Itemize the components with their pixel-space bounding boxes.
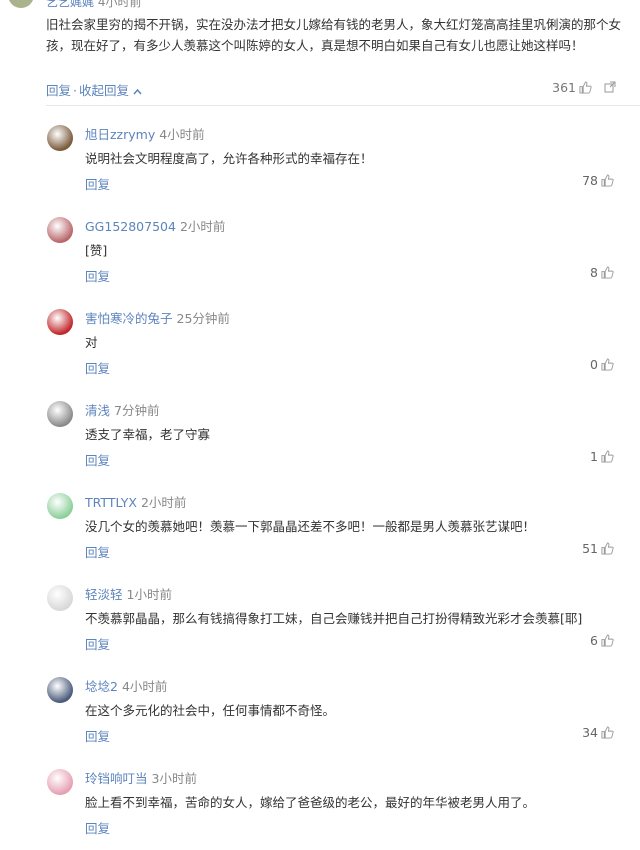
thumbs-up-icon [601,450,614,463]
avatar[interactable] [47,493,73,519]
reply-button[interactable]: 回复 [85,634,110,653]
like-count: 361 [552,80,576,95]
like-count: 1 [590,449,598,464]
reply-item: 埝埝2 4小时前在这个多元化的社会中，任何事情都不奇怪。回复 34 [0,666,640,758]
reply-text: 没几个女的羡慕她吧！羡慕一下郭晶晶还差不多吧！一般都是男人羡慕张艺谋吧！ [85,519,536,534]
reply-time: 2小时前 [179,219,226,234]
reply-username[interactable]: 害怕寒冷的兔子 25分钟前 [85,308,230,327]
like-button[interactable]: 51 [582,541,614,556]
avatar[interactable] [47,125,73,151]
thumbs-up-icon [601,542,614,555]
reply-button[interactable]: 回复 [46,83,71,98]
reply-username[interactable]: TRTTLYX 2小时前 [85,492,186,511]
reply-item: 轻淡轻 1小时前不羡慕郭晶晶，那么有钱搞得象打工妹，自己会赚钱并把自己打扮得精致光… [0,574,640,666]
like-button[interactable]: 34 [582,725,614,740]
reply-item: 清浅 7分钟前透支了幸福，老了守寡回复 1 [0,390,640,482]
like-button[interactable]: 78 [582,173,614,188]
avatar[interactable] [8,0,34,8]
reply-text: 不羡慕郭晶晶，那么有钱搞得象打工妹，自己会赚钱并把自己打扮得精致光彩才会羡慕[耶… [85,611,583,626]
avatar[interactable] [47,401,73,427]
divider [46,105,640,106]
reply-button[interactable]: 回复 [85,450,110,469]
reply-button[interactable]: 回复 [85,542,110,561]
avatar[interactable] [47,309,73,335]
reply-item: TRTTLYX 2小时前没几个女的羡慕她吧！羡慕一下郭晶晶还差不多吧！一般都是男人… [0,482,640,574]
reply-time: 4小时前 [121,679,168,694]
chevron-up-icon[interactable] [133,83,142,98]
reply-button[interactable]: 回复 [85,358,110,377]
thumbs-up-icon [579,81,592,94]
like-button[interactable]: 0 [590,357,614,372]
reply-username[interactable]: 旭日zzrymy 4小时前 [85,124,205,143]
reply-username[interactable]: 轻淡轻 1小时前 [85,584,172,603]
avatar[interactable] [47,769,73,795]
comment-time: 4小时前 [97,0,142,9]
reply-username[interactable]: 玲铛响叮当 3小时前 [85,768,197,787]
reply-item: 旭日zzrymy 4小时前说明社会文明程度高了，允许各种形式的幸福存在！ 回复 78 [0,114,640,206]
reply-text: 脸上看不到幸福，苦命的女人，嫁给了爸爸级的老公，最好的年华被老男人用了。 [85,795,536,810]
top-comment: 乞乞娓娓 4小时前 旧社会家里穷的揭不开锅，实在没办法才把女儿嫁给有钱的老男人，… [0,0,640,104]
reply-time: 3小时前 [151,771,197,786]
thumbs-up-icon [601,634,614,647]
reply-username[interactable]: GG152807504 2小时前 [85,216,225,235]
share-icon[interactable] [604,81,616,93]
like-count: 51 [582,541,598,556]
reply-text: 说明社会文明程度高了，允许各种形式的幸福存在！ [85,151,373,166]
like-button[interactable]: 8 [590,265,614,280]
reply-button[interactable]: 回复 [85,266,110,285]
collapse-replies-button[interactable]: 收起回复 [79,83,129,98]
thumbs-up-icon [601,358,614,371]
reply-button[interactable]: 回复 [85,818,110,837]
like-count: 0 [590,357,598,372]
reply-text: 透支了幸福，老了守寡 [85,427,211,442]
reply-text: 对 [85,335,98,350]
avatar[interactable] [47,217,73,243]
reply-item: 害怕寒冷的兔子 25分钟前对回复 0 [0,298,640,390]
like-button[interactable]: 1 [590,449,614,464]
reply-time: 7分钟前 [114,403,160,418]
thumbs-up-icon [601,266,614,279]
like-count: 8 [590,265,598,280]
like-count: 6 [590,633,598,648]
comment-username[interactable]: 乞乞娓娓 4小时前 [46,0,141,10]
like-button[interactable]: 361 [552,80,592,95]
like-count: 78 [582,173,598,188]
avatar[interactable] [47,677,73,703]
thumbs-up-icon [601,726,614,739]
reply-button[interactable]: 回复 [85,726,110,745]
reply-username[interactable]: 清浅 7分钟前 [85,400,159,419]
reply-item: 玲铛响叮当 3小时前脸上看不到幸福，苦命的女人，嫁给了爸爸级的老公，最好的年华被老… [0,758,640,850]
like-count: 34 [582,725,598,740]
reply-text: [赞] [85,243,108,258]
reply-text: 在这个多元化的社会中，任何事情都不奇怪。 [85,703,336,718]
reply-button[interactable]: 回复 [85,174,110,193]
reply-time: 1小时前 [126,587,172,602]
reply-time: 25分钟前 [176,311,230,326]
comment-actions: 回复 · 收起回复 [46,80,142,99]
reply-time: 4小时前 [159,127,205,142]
thumbs-up-icon [601,174,614,187]
avatar[interactable] [47,585,73,611]
like-button[interactable]: 6 [590,633,614,648]
comment-text: 旧社会家里穷的揭不开锅，实在没办法才把女儿嫁给有钱的老男人，象大红灯笼高高挂里巩… [46,17,622,53]
reply-time: 2小时前 [140,495,187,510]
reply-item: GG152807504 2小时前 [赞] 回复 8 [0,206,640,298]
reply-username[interactable]: 埝埝2 4小时前 [85,676,167,695]
